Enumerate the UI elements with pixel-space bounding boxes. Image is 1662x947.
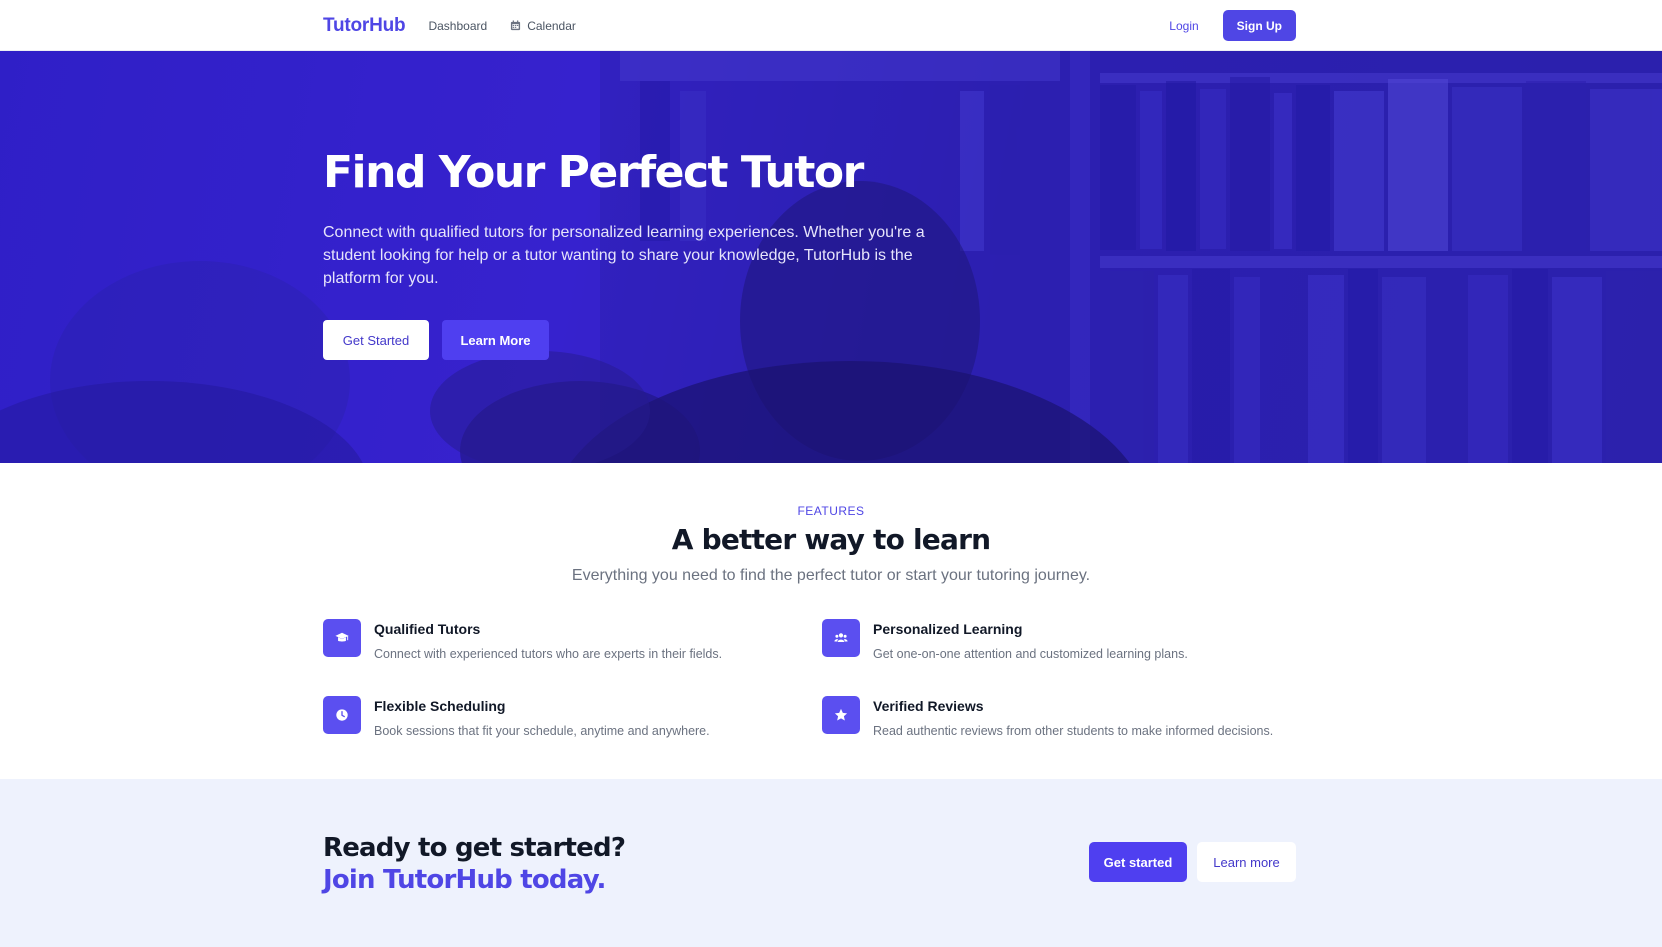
feature-title: Qualified Tutors [374, 621, 481, 637]
feature-description: Get one-on-one attention and customized … [873, 647, 1188, 661]
hero-section: Find Your Perfect Tutor Connect with qua… [0, 51, 1662, 463]
cta-learn-more-button[interactable]: Learn more [1197, 842, 1296, 882]
brand-logo[interactable]: TutorHub [323, 15, 406, 37]
navbar-inner: TutorHub Dashboard Calendar Login Sign U… [323, 0, 1296, 51]
feature-text: Personalized Learning Get one-on-one att… [873, 619, 1188, 661]
feature-title: Personalized Learning [873, 621, 1023, 637]
hero-content: Find Your Perfect Tutor Connect with qua… [323, 147, 943, 361]
feature-icon-box [822, 696, 860, 734]
feature-personalized-learning: Personalized Learning Get one-on-one att… [822, 619, 1302, 661]
cta-heading-line1: Ready to get started? [323, 833, 626, 863]
feature-icon-box [323, 619, 361, 657]
hero-description: Connect with qualified tutors for person… [323, 224, 925, 288]
features-title: A better way to learn [671, 523, 991, 556]
nav-link-calendar-label: Calendar [527, 18, 576, 33]
login-link[interactable]: Login [1169, 19, 1198, 33]
features-subtitle: Everything you need to find the perfect … [571, 567, 1091, 584]
feature-text: Verified Reviews Read authentic reviews … [873, 696, 1273, 738]
hero-button-group: Get Started Learn More [323, 320, 943, 361]
feature-description: Read authentic reviews from other studen… [873, 724, 1274, 738]
features-section: FEATURES A better way to learn Everythin… [0, 463, 1662, 779]
nav-link-calendar[interactable]: Calendar [510, 19, 576, 33]
top-navbar: TutorHub Dashboard Calendar Login Sign U… [0, 0, 1662, 51]
feature-title: Verified Reviews [873, 698, 984, 714]
feature-flexible-scheduling: Flexible Scheduling Book sessions that f… [323, 696, 803, 738]
signup-button[interactable]: Sign Up [1222, 10, 1296, 41]
cta-heading-line2: Join TutorHub today. [323, 865, 606, 895]
feature-icon-box [822, 619, 860, 657]
cta-section: Ready to get started? Join TutorHub toda… [0, 779, 1662, 947]
hero-title: Find Your Perfect Tutor [323, 147, 864, 198]
feature-icon-box [323, 696, 361, 734]
graduation-cap-icon [335, 632, 349, 642]
feature-verified-reviews: Verified Reviews Read authentic reviews … [822, 696, 1302, 738]
feature-text: Qualified Tutors Connect with experience… [374, 619, 722, 661]
nav-link-dashboard-label: Dashboard [428, 18, 488, 33]
feature-title: Flexible Scheduling [374, 698, 506, 714]
calendar-icon [511, 20, 521, 31]
feature-text: Flexible Scheduling Book sessions that f… [374, 696, 710, 738]
learn-more-button[interactable]: Learn More [442, 320, 549, 361]
cta-button-group: Get started Learn more [1089, 842, 1296, 882]
nav-auth-group: Login Sign Up [1169, 10, 1296, 41]
cta-get-started-button[interactable]: Get started [1089, 842, 1187, 882]
feature-description: Connect with experienced tutors who are … [374, 647, 723, 661]
features-eyebrow: FEATURES [797, 504, 865, 518]
cta-heading: Ready to get started? Join TutorHub toda… [323, 832, 626, 896]
users-icon [834, 633, 848, 642]
nav-link-dashboard[interactable]: Dashboard [428, 19, 487, 33]
clock-icon [336, 709, 348, 721]
feature-description: Book sessions that fit your schedule, an… [374, 724, 710, 738]
star-icon [834, 708, 848, 721]
get-started-button[interactable]: Get Started [323, 320, 429, 361]
feature-qualified-tutors: Qualified Tutors Connect with experience… [323, 619, 803, 661]
